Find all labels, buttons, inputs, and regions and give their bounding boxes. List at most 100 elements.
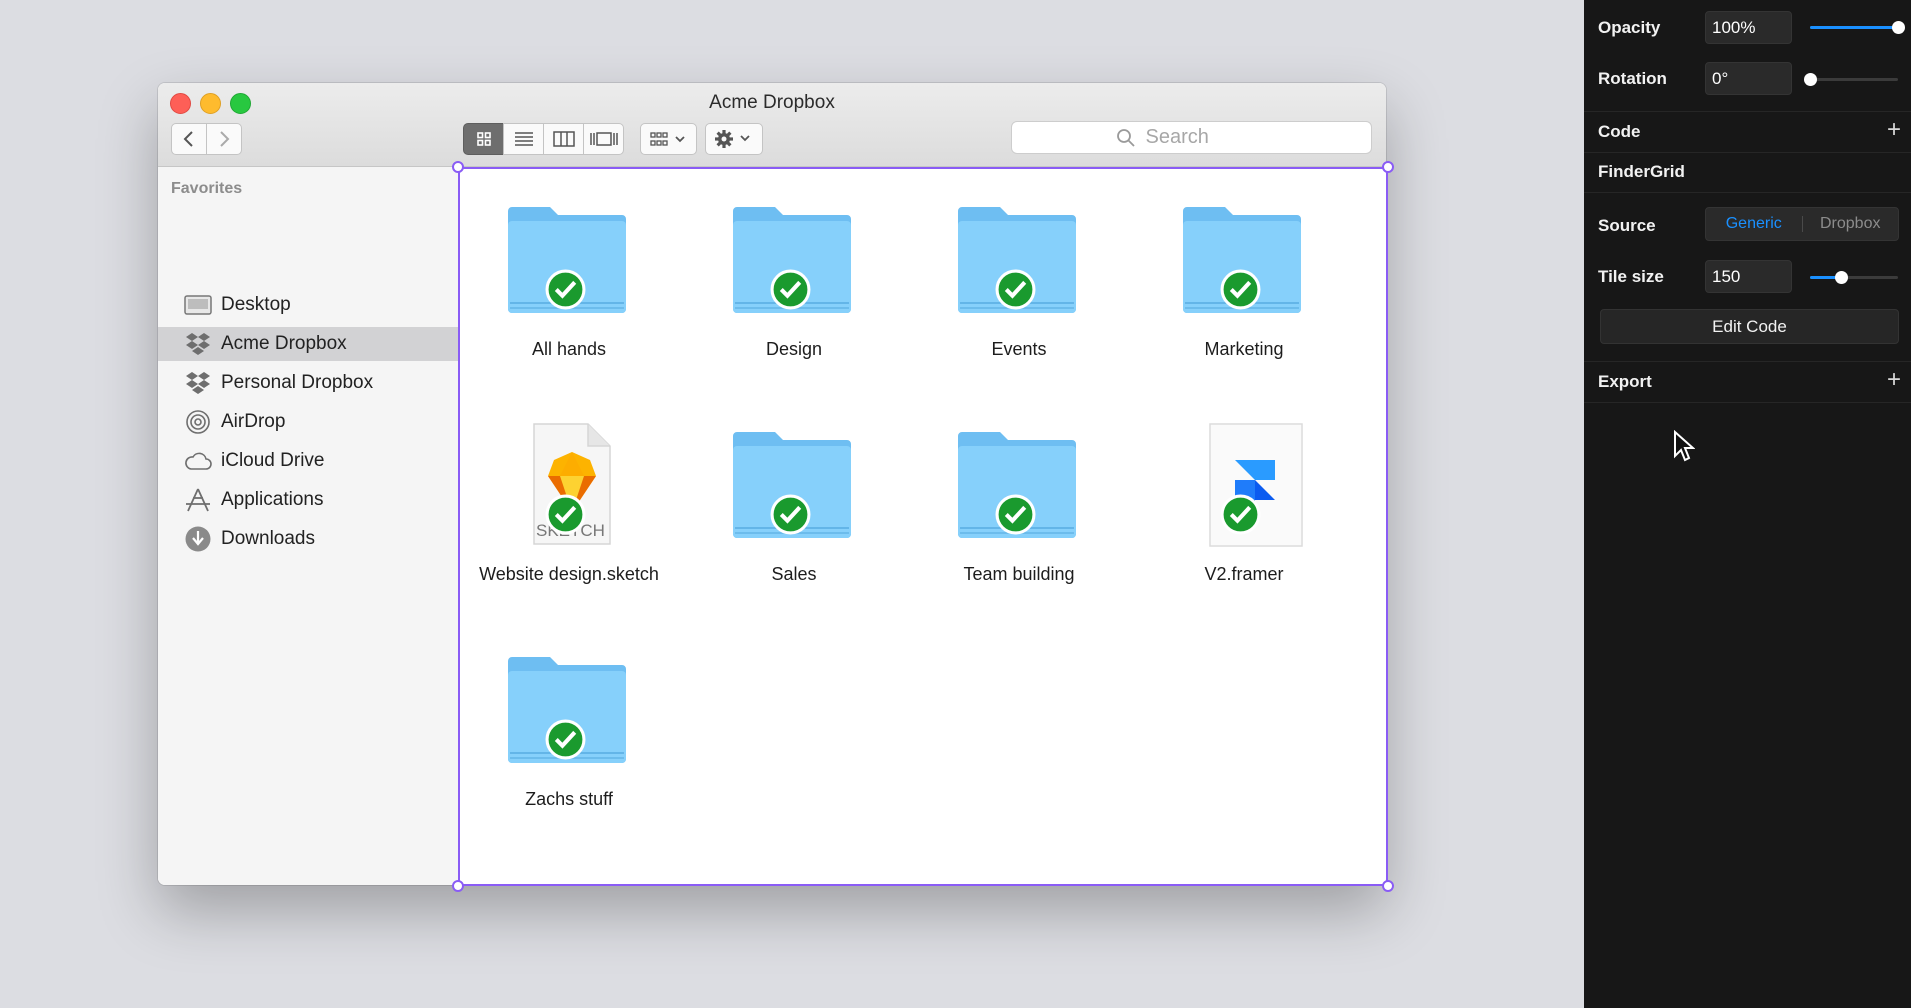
- sidebar-item-label: AirDrop: [221, 411, 286, 432]
- file-grid: All hands Design Events Marketing Websit…: [459, 167, 1386, 885]
- code-section-header[interactable]: Code +: [1584, 111, 1911, 153]
- sidebar-item-icloud-drive[interactable]: iCloud Drive: [158, 444, 458, 478]
- file-name: Sales: [771, 564, 817, 584]
- file-name: Marketing: [1204, 339, 1284, 359]
- synced-check-icon: [770, 269, 811, 310]
- export-section-title: Export: [1598, 372, 1652, 391]
- gear-icon: [715, 130, 750, 148]
- rotation-label: Rotation: [1598, 69, 1667, 88]
- edit-code-button[interactable]: Edit Code: [1600, 309, 1899, 344]
- view-mode-control: [463, 123, 624, 155]
- sidebar-item-acme-dropbox[interactable]: Acme Dropbox: [158, 327, 458, 361]
- search-icon: [1116, 128, 1135, 147]
- component-name: FinderGrid: [1598, 162, 1685, 181]
- file-tile-marketing[interactable]: Marketing: [1134, 191, 1354, 391]
- opacity-slider-fill: [1810, 26, 1898, 29]
- gallery-view-button[interactable]: [583, 123, 624, 155]
- resize-handle-top-right[interactable]: [1382, 161, 1394, 173]
- list-icon: [514, 132, 533, 146]
- file-tile-all-hands[interactable]: All hands: [459, 191, 679, 391]
- file-name: Website design.sketch: [479, 564, 659, 584]
- back-button[interactable]: [171, 123, 207, 155]
- sidebar-item-personal-dropbox[interactable]: Personal Dropbox: [158, 366, 458, 400]
- dropbox-icon: [183, 370, 213, 396]
- downloads-icon: [183, 526, 213, 552]
- opacity-input[interactable]: [1705, 11, 1792, 44]
- sidebar-item-desktop[interactable]: Desktop: [158, 288, 458, 322]
- sidebar-item-airdrop[interactable]: AirDrop: [158, 405, 458, 439]
- file-tile-design[interactable]: Design: [684, 191, 904, 391]
- window-title: Acme Dropbox: [709, 92, 835, 113]
- rotation-input[interactable]: [1705, 62, 1792, 95]
- action-menu-button[interactable]: [705, 123, 763, 155]
- file-tile-team-building[interactable]: Team building: [909, 416, 1129, 616]
- desktop-icon: [183, 292, 213, 318]
- source-label: Source: [1598, 216, 1656, 235]
- file-tile-events[interactable]: Events: [909, 191, 1129, 391]
- sidebar-item-label: Desktop: [221, 294, 291, 315]
- column-view-button[interactable]: [543, 123, 584, 155]
- chevron-right-icon: [220, 131, 230, 147]
- synced-check-icon: [995, 494, 1036, 535]
- file-name: Zachs stuff: [525, 789, 613, 809]
- chevron-left-icon: [183, 131, 193, 147]
- list-view-button[interactable]: [503, 123, 544, 155]
- file-tile-zachs-stuff[interactable]: Zachs stuff: [459, 641, 679, 841]
- file-tile-sales[interactable]: Sales: [684, 416, 904, 616]
- component-header: FinderGrid: [1584, 152, 1911, 193]
- forward-button[interactable]: [206, 123, 242, 155]
- arrange-menu-button[interactable]: [640, 123, 697, 155]
- search-input[interactable]: [1143, 125, 1268, 150]
- finder-window: Acme Dropbox Search Favorites Desktop Ac…: [158, 83, 1386, 885]
- sidebar-item-downloads[interactable]: Downloads: [158, 522, 458, 556]
- tile-size-slider[interactable]: [1810, 271, 1898, 284]
- sidebar-item-applications[interactable]: Applications: [158, 483, 458, 517]
- dropbox-icon: [183, 331, 213, 357]
- sidebar-item-label: Acme Dropbox: [221, 333, 347, 354]
- tile-size-label: Tile size: [1598, 267, 1664, 286]
- resize-handle-bottom-left[interactable]: [452, 880, 464, 892]
- synced-check-icon: [770, 494, 811, 535]
- mouse-pointer-icon: [1674, 430, 1695, 462]
- code-section-title: Code: [1598, 122, 1641, 141]
- sidebar-item-label: Applications: [221, 489, 324, 510]
- file-name: All hands: [531, 339, 607, 359]
- opacity-label: Opacity: [1598, 18, 1661, 37]
- columns-icon: [552, 131, 575, 147]
- source-option-dropbox[interactable]: Dropbox: [1803, 215, 1899, 233]
- file-tile-website-design-sketch[interactable]: SKETCH Website design.sketch: [459, 416, 679, 616]
- rotation-slider[interactable]: [1804, 73, 1898, 86]
- source-segmented-control: Generic Dropbox: [1705, 207, 1899, 241]
- synced-check-icon: [545, 269, 586, 310]
- icon-view-button[interactable]: [463, 123, 504, 155]
- sidebar-item-label: iCloud Drive: [221, 450, 325, 471]
- synced-check-icon: [995, 269, 1036, 310]
- file-tile-v2-framer[interactable]: V2.framer: [1134, 416, 1354, 616]
- airdrop-icon: [183, 409, 213, 435]
- file-name: V2.framer: [1204, 564, 1284, 584]
- synced-check-icon: [1220, 269, 1261, 310]
- sidebar-item-label: Personal Dropbox: [221, 372, 374, 393]
- arrange-grid-icon: [649, 132, 685, 146]
- sidebar-section-favorites: Favorites: [171, 180, 243, 197]
- grid-icon: [476, 132, 491, 146]
- add-code-icon[interactable]: +: [1887, 118, 1901, 142]
- icloud-icon: [183, 448, 213, 474]
- opacity-slider-knob[interactable]: [1892, 21, 1905, 34]
- tile-size-input[interactable]: [1705, 260, 1792, 293]
- synced-check-icon: [545, 719, 586, 760]
- add-export-icon[interactable]: +: [1887, 368, 1901, 392]
- search-field[interactable]: [1011, 121, 1372, 154]
- tile-size-slider-knob[interactable]: [1834, 271, 1848, 284]
- resize-handle-top-left[interactable]: [452, 161, 464, 173]
- opacity-slider[interactable]: [1810, 21, 1905, 34]
- titlebar: Acme Dropbox: [158, 83, 1386, 167]
- resize-handle-bottom-right[interactable]: [1382, 880, 1394, 892]
- gallery-icon: [589, 132, 618, 146]
- file-name: Events: [991, 339, 1047, 359]
- source-option-generic[interactable]: Generic: [1706, 215, 1802, 233]
- rotation-slider-knob[interactable]: [1804, 73, 1817, 86]
- applications-icon: [183, 487, 213, 513]
- synced-check-icon: [1220, 494, 1261, 535]
- export-section-header[interactable]: Export +: [1584, 361, 1911, 403]
